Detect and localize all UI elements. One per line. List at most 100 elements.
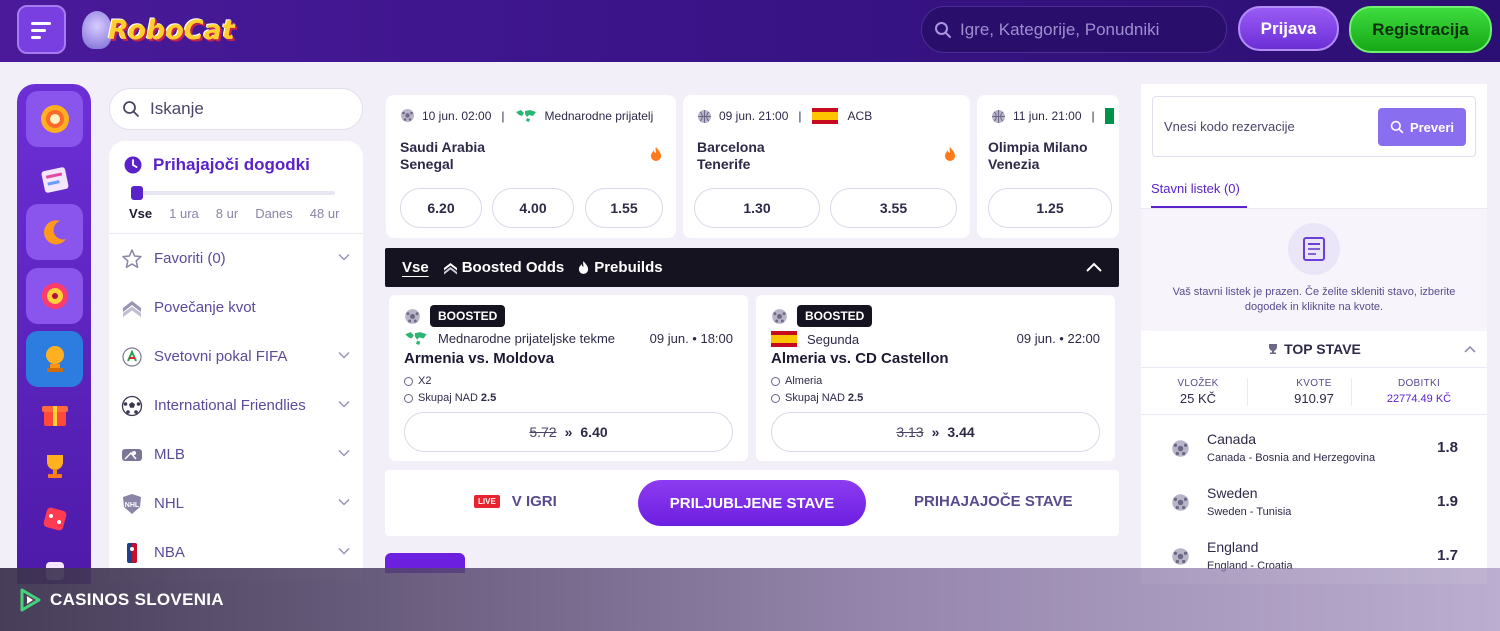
empty-betslip-icon xyxy=(1288,223,1340,275)
boosted-odds-button[interactable]: 3.13 » 3.44 xyxy=(771,412,1100,452)
winnings-stat: DOBITKI 22774.49 KČ xyxy=(1373,378,1465,405)
new-odds: 6.40 xyxy=(580,424,608,440)
chevron-up-icon xyxy=(1464,345,1476,353)
event-teams: Olimpia Milano Venezia xyxy=(988,139,1088,173)
sidebar-item-fifa-world-cup[interactable]: Svetovni pokal FIFA xyxy=(109,332,363,381)
booking-code-input[interactable]: Vnesi kodo rezervacije xyxy=(1164,119,1295,134)
time-range-slider-track[interactable] xyxy=(131,191,335,195)
time-option-8h[interactable]: 8 ur xyxy=(216,206,238,221)
event-card[interactable]: 11 jun. 21:00 | Olimpia Milano Venezia 1… xyxy=(977,95,1119,238)
boosted-league-name: Mednarodne prijateljske tekme xyxy=(438,331,616,346)
selection-text: X2 xyxy=(418,375,432,387)
filter-tab-prebuilds[interactable]: Prebuilds xyxy=(578,259,663,276)
search-icon xyxy=(935,21,951,38)
odds-button[interactable]: 1.55 xyxy=(585,188,663,228)
logo-text: RoboCat xyxy=(108,14,235,46)
hamburger-icon xyxy=(30,21,51,39)
rail-roulette-icon[interactable] xyxy=(26,268,83,324)
chevron-down-icon xyxy=(338,351,350,359)
top-bets-title: TOP STAVE xyxy=(1284,341,1361,357)
sidebar-search-input[interactable]: Iskanje xyxy=(109,88,363,130)
boosted-odds-button[interactable]: 5.72 » 6.40 xyxy=(404,412,733,452)
double-chevron-right-icon: » xyxy=(931,424,940,440)
odds-button[interactable]: 3.55 xyxy=(830,188,957,228)
register-button[interactable]: Registracija xyxy=(1349,6,1492,53)
filter-tab-boosted-odds[interactable]: Boosted Odds xyxy=(443,259,564,276)
booking-code-box: Vnesi kodo rezervacije Preveri xyxy=(1152,96,1476,157)
event-teams: Barcelona Tenerife xyxy=(697,139,765,173)
top-bets-summary: VLOŽEK 25 KČ KVOTE 910.97 DOBITKI 22774.… xyxy=(1141,367,1487,415)
rail-slot-map-icon[interactable] xyxy=(26,152,83,208)
rail-dice-icon[interactable] xyxy=(26,491,83,547)
odds-button[interactable]: 4.00 xyxy=(492,188,574,228)
selection-line: 2.5 xyxy=(480,392,497,404)
tab-betslip[interactable]: Stavni listek (0) xyxy=(1151,181,1240,196)
boost-filter-bar: Vse Boosted Odds Prebuilds xyxy=(385,248,1119,287)
check-code-button[interactable]: Preveri xyxy=(1378,108,1466,146)
tab-live-label: V IGRI xyxy=(511,493,557,510)
boosted-league-name: Segunda xyxy=(807,331,860,347)
rail-crescent-icon[interactable] xyxy=(26,204,83,260)
time-option-1h[interactable]: 1 ura xyxy=(169,206,199,221)
sidebar-item-favorites[interactable]: Favoriti (0) xyxy=(109,234,363,283)
rail-casino-chip-icon[interactable] xyxy=(26,91,83,147)
odds-button[interactable]: 1.25 xyxy=(988,188,1112,228)
rail-cup-icon[interactable] xyxy=(26,438,83,494)
sidebar-item-label: NHL xyxy=(154,495,185,512)
stat-label: VLOŽEK xyxy=(1177,378,1219,389)
sidebar-item-mlb[interactable]: MLB xyxy=(109,430,363,479)
top-bet-team: Sweden xyxy=(1207,485,1258,501)
double-chevron-right-icon: » xyxy=(564,424,573,440)
top-bet-odds[interactable]: 1.8 xyxy=(1437,439,1458,456)
sidebar-panel: Prihajajoči dogodki Vse 1 ura 8 ur Danes… xyxy=(109,141,363,581)
time-option-today[interactable]: Danes xyxy=(255,206,293,221)
sidebar-item-odds-boost[interactable]: Povečanje kvot xyxy=(109,283,363,332)
basketball-icon xyxy=(992,109,1005,123)
boosted-bet-card[interactable]: BOOSTED Mednarodne prijateljske tekme 09… xyxy=(389,295,748,461)
time-option-48h[interactable]: 48 ur xyxy=(310,206,340,221)
tab-live[interactable]: LIVE V IGRI xyxy=(474,493,557,510)
rail-trophy-ball-icon[interactable] xyxy=(26,331,83,387)
sidebar-sport-list: Favoriti (0) Povečanje kvot Svetovni pok… xyxy=(109,234,363,577)
event-competition: ACB xyxy=(847,109,873,123)
away-team: Tenerife xyxy=(697,156,751,172)
selection-text: Almeria xyxy=(785,375,823,387)
event-date: 10 jun. 02:00 xyxy=(422,108,492,123)
chevron-down-icon xyxy=(338,400,350,408)
sidebar-item-nhl[interactable]: NHL NHL xyxy=(109,479,363,528)
chevron-up-icon[interactable] xyxy=(1085,260,1103,274)
sidebar-item-international-friendlies[interactable]: International Friendlies xyxy=(109,381,363,430)
check-code-label: Preveri xyxy=(1409,119,1455,135)
top-bet-match: Sweden - Tunisia xyxy=(1207,506,1292,518)
time-option-all[interactable]: Vse xyxy=(129,206,152,221)
menu-button[interactable] xyxy=(17,5,66,54)
login-button[interactable]: Prijava xyxy=(1238,6,1339,51)
event-card[interactable]: 09 jun. 21:00 | ACB Barcelona Tenerife 1… xyxy=(683,95,970,238)
play-logo-icon xyxy=(20,588,41,611)
tab-upcoming-bets[interactable]: PRIHAJAJOČE STAVE xyxy=(914,493,1073,510)
upcoming-events-title: Prihajajoči dogodki xyxy=(153,155,310,174)
global-search-input[interactable]: Igre, Kategorije, Ponudniki xyxy=(921,6,1227,53)
separator: | xyxy=(501,108,505,123)
event-teams: Saudi Arabia Senegal xyxy=(400,139,485,173)
logo[interactable]: RoboCat xyxy=(82,6,235,54)
selection-text: Skupaj NAD xyxy=(785,392,845,404)
time-range-slider-handle[interactable] xyxy=(131,186,143,200)
top-bets-header[interactable]: TOP STAVE xyxy=(1141,331,1487,367)
top-bet-odds[interactable]: 1.7 xyxy=(1437,547,1458,564)
rail-gift-icon[interactable] xyxy=(26,386,83,442)
odds-button[interactable]: 6.20 xyxy=(400,188,482,228)
top-bet-odds[interactable]: 1.9 xyxy=(1437,493,1458,510)
empty-betslip-text: Vaš stavni listek je prazen. Če želite s… xyxy=(1172,286,1456,313)
away-team: Senegal xyxy=(400,156,454,172)
odds-button[interactable]: 1.30 xyxy=(694,188,820,228)
boosted-bet-card[interactable]: BOOSTED Segunda 09 jun. • 22:00 Almeria … xyxy=(756,295,1115,461)
tab-favorite-bets[interactable]: PRILJUBLJENE STAVE xyxy=(638,480,866,526)
top-bet-item[interactable]: Canada Canada - Bosnia and Herzegovina 1… xyxy=(1141,422,1487,476)
sidebar-item-label: NBA xyxy=(154,544,185,561)
filter-tab-all[interactable]: Vse xyxy=(402,259,429,276)
top-bet-item[interactable]: Sweden Sweden - Tunisia 1.9 xyxy=(1141,476,1487,530)
stat-value: 22774.49 KČ xyxy=(1386,393,1452,405)
odds-stat: KVOTE 910.97 xyxy=(1271,378,1357,406)
event-card[interactable]: 10 jun. 02:00 | Mednarodne prijatelj Sau… xyxy=(386,95,676,238)
